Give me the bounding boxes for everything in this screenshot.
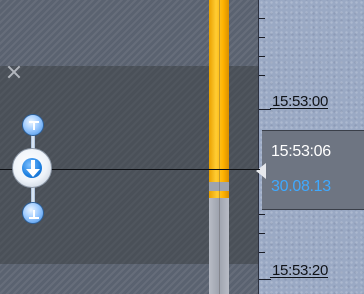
go-to-cursor-button[interactable] <box>12 148 52 188</box>
step-down-icon <box>29 210 39 219</box>
arrow-down-icon <box>26 160 40 177</box>
cursor-readout <box>262 130 364 210</box>
timeline-tick <box>259 37 265 38</box>
timeline-tick-label: 15:53:20 <box>270 262 328 279</box>
track-divider <box>219 0 220 294</box>
timeline-tick <box>259 109 271 110</box>
step-up-button[interactable] <box>22 114 44 136</box>
timeline-tick <box>259 233 265 234</box>
timeline-tick <box>259 252 265 253</box>
step-down-button[interactable] <box>22 202 44 224</box>
timeline-tick-label: 15:53:00 <box>270 93 328 110</box>
timeline-tick <box>259 279 271 280</box>
cursor-pointer-icon <box>256 163 266 179</box>
cursor-date: 30.08.13 <box>271 178 331 195</box>
timeline-tick <box>259 75 265 76</box>
timeline-tick <box>259 214 265 215</box>
close-icon[interactable] <box>6 64 22 80</box>
timeline-tick <box>259 56 265 57</box>
cursor-time: 15:53:06 <box>271 143 331 160</box>
step-up-icon <box>29 121 39 130</box>
timeline-tick <box>259 18 265 19</box>
